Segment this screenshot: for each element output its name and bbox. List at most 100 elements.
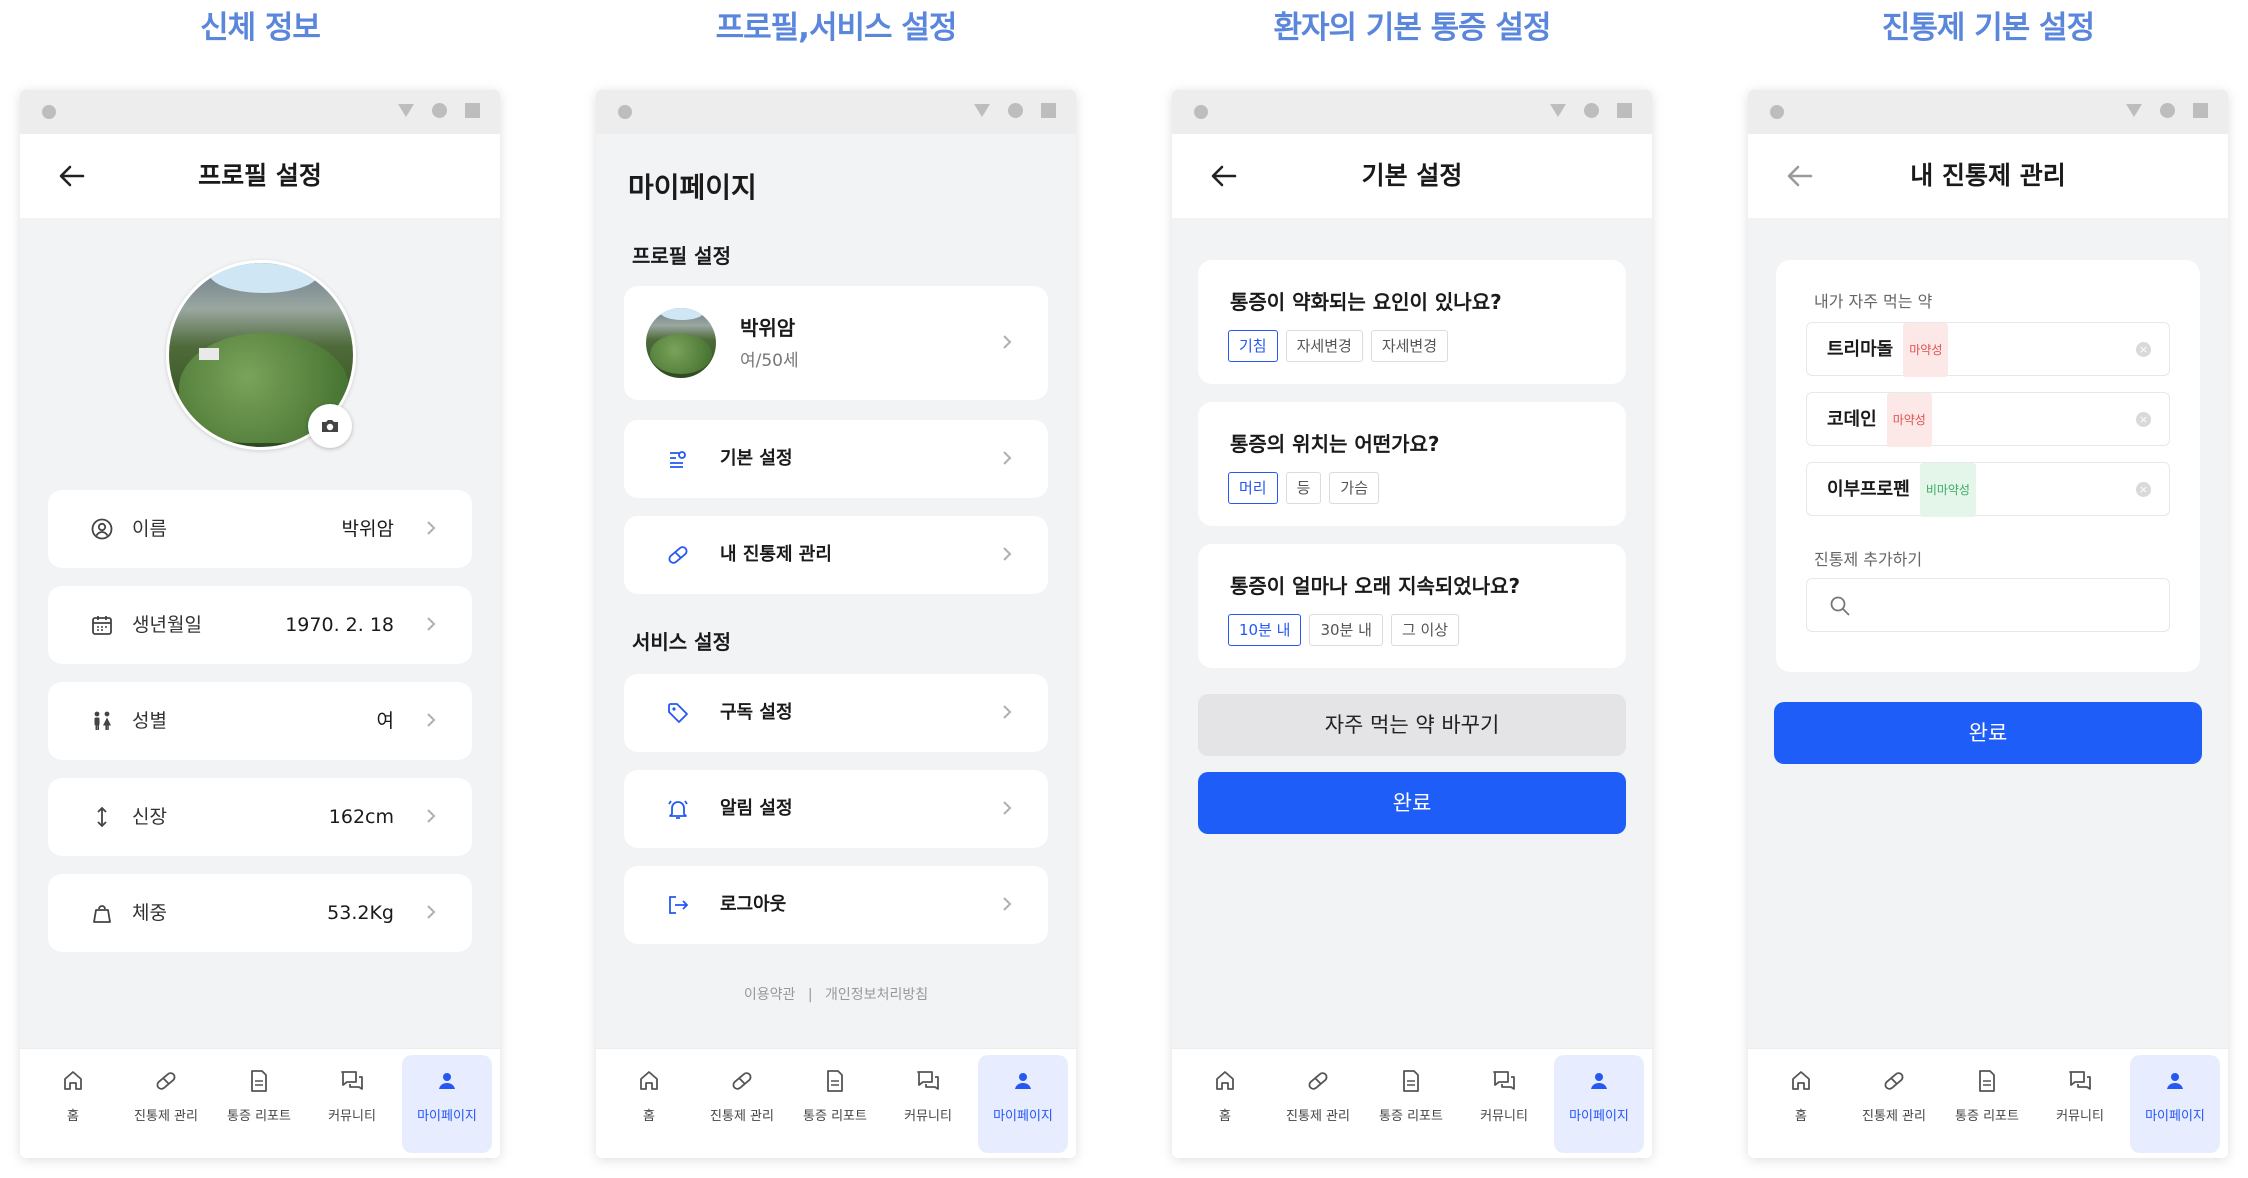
menu-subscription[interactable]: 구독 설정 xyxy=(624,674,1048,752)
chip-option[interactable]: 자세변경 xyxy=(1285,330,1363,362)
tab-home[interactable]: 홈 xyxy=(1756,1055,1846,1153)
page-title: 마이페이지 xyxy=(628,171,757,204)
gender-icon xyxy=(90,709,114,733)
terms-link[interactable]: 이용약관 xyxy=(744,987,796,1003)
tab-label: 커뮤니티 xyxy=(2056,1109,2104,1124)
tab-community[interactable]: 커뮤니티 xyxy=(2035,1055,2125,1153)
bottom-tab-bar: 홈 진통제 관리 통증 리포트 커뮤니티 마이페이지 xyxy=(1748,1048,2228,1158)
chevron-right-icon xyxy=(426,808,436,828)
tab-community[interactable]: 커뮤니티 xyxy=(307,1055,397,1153)
profile-row-weight[interactable]: 체중 53.2Kg xyxy=(48,874,472,952)
tab-pain-report[interactable]: 통증 리포트 xyxy=(214,1055,304,1153)
chip-option[interactable]: 등 xyxy=(1285,472,1322,504)
pill-icon xyxy=(154,1069,178,1093)
tab-community[interactable]: 커뮤니티 xyxy=(1459,1055,1549,1153)
chip-option[interactable]: 머리 xyxy=(1228,472,1278,504)
clear-icon[interactable]: × xyxy=(2136,342,2151,357)
profile-row-birthdate[interactable]: 생년월일 1970. 2. 18 xyxy=(48,586,472,664)
tab-home[interactable]: 홈 xyxy=(28,1055,118,1153)
pill-icon xyxy=(1306,1069,1330,1093)
page-title: 기본 설정 xyxy=(1361,161,1463,190)
chip-group: 10분 내 30분 내 그 이상 xyxy=(1228,614,1460,646)
home-icon xyxy=(1789,1069,1813,1093)
drug-search-input[interactable] xyxy=(1806,578,2170,632)
tab-painkiller[interactable]: 진통제 관리 xyxy=(1849,1055,1939,1153)
search-field[interactable] xyxy=(1863,589,2153,621)
clear-icon[interactable]: × xyxy=(2136,412,2151,427)
profile-row-gender[interactable]: 성별 여 xyxy=(48,682,472,760)
tab-painkiller[interactable]: 진통제 관리 xyxy=(697,1055,787,1153)
tab-label: 커뮤니티 xyxy=(904,1109,952,1124)
status-bar xyxy=(20,90,500,134)
profile-subtitle: 여/50세 xyxy=(740,351,799,371)
person-icon xyxy=(2163,1069,2187,1093)
tab-label: 홈 xyxy=(1795,1109,1807,1124)
profile-row-height[interactable]: 신장 162cm xyxy=(48,778,472,856)
drug-item-ibuprofen[interactable]: 이부프로펜 비마약성 × xyxy=(1806,462,2170,517)
drug-name: 코데인 xyxy=(1827,409,1877,430)
chip-option[interactable]: 기침 xyxy=(1228,330,1278,362)
chip-option[interactable]: 10분 내 xyxy=(1228,614,1302,646)
profile-row-name[interactable]: 이름 박위암 xyxy=(48,490,472,568)
menu-basic-settings[interactable]: 기본 설정 xyxy=(624,420,1048,498)
battery-icon xyxy=(2193,103,2208,118)
document-icon xyxy=(1399,1069,1423,1093)
tab-mypage[interactable]: 마이페이지 xyxy=(2130,1055,2220,1153)
tab-label: 진통제 관리 xyxy=(1862,1109,1926,1124)
chevron-right-icon xyxy=(1002,704,1012,724)
question-text: 통증의 위치는 어떤가요? xyxy=(1230,432,1440,456)
tab-home[interactable]: 홈 xyxy=(604,1055,694,1153)
camera-icon[interactable] xyxy=(308,404,352,448)
menu-my-painkiller[interactable]: 내 진통제 관리 xyxy=(624,516,1048,594)
frequent-drugs-label: 내가 자주 먹는 약 xyxy=(1814,292,1933,311)
person-icon xyxy=(1587,1069,1611,1093)
chip-option[interactable]: 그 이상 xyxy=(1390,614,1460,646)
tab-pain-report[interactable]: 통증 리포트 xyxy=(790,1055,880,1153)
chat-icon xyxy=(1492,1069,1516,1093)
chip-option[interactable]: 자세변경 xyxy=(1370,330,1449,362)
camera-dot-icon xyxy=(42,105,56,119)
menu-notification[interactable]: 알림 설정 xyxy=(624,770,1048,848)
question-card-location: 통증의 위치는 어떤가요? 머리 등 가슴 xyxy=(1198,402,1626,526)
chevron-right-icon xyxy=(1002,546,1012,566)
chat-icon xyxy=(916,1069,940,1093)
tab-mypage[interactable]: 마이페이지 xyxy=(978,1055,1068,1153)
home-icon xyxy=(637,1069,661,1093)
tab-home[interactable]: 홈 xyxy=(1180,1055,1270,1153)
tab-label: 홈 xyxy=(1219,1109,1231,1124)
chip-option[interactable]: 30분 내 xyxy=(1309,614,1383,646)
profile-card[interactable]: 박위암 여/50세 xyxy=(624,286,1048,400)
done-button[interactable]: 완료 xyxy=(1198,772,1626,834)
tab-pain-report[interactable]: 통증 리포트 xyxy=(1942,1055,2032,1153)
chevron-right-icon xyxy=(1002,334,1012,354)
row-label: 생년월일 xyxy=(132,614,202,636)
tab-mypage[interactable]: 마이페이지 xyxy=(1554,1055,1644,1153)
privacy-link[interactable]: 개인정보처리방침 xyxy=(825,987,928,1003)
change-frequent-drug-button[interactable]: 자주 먹는 약 바꾸기 xyxy=(1198,694,1626,756)
tab-community[interactable]: 커뮤니티 xyxy=(883,1055,973,1153)
tab-pain-report[interactable]: 통증 리포트 xyxy=(1366,1055,1456,1153)
drug-item-codeine[interactable]: 코데인 마약성 × xyxy=(1806,392,2170,447)
caption-body-info: 신체 정보 xyxy=(200,10,321,46)
non-narcotic-badge: 비마약성 xyxy=(1919,463,1976,517)
tab-label: 통증 리포트 xyxy=(227,1109,291,1124)
tab-painkiller[interactable]: 진통제 관리 xyxy=(1273,1055,1363,1153)
chip-option[interactable]: 가슴 xyxy=(1329,472,1380,504)
tab-mypage[interactable]: 마이페이지 xyxy=(402,1055,492,1153)
clear-icon[interactable]: × xyxy=(2136,482,2151,497)
done-button[interactable]: 완료 xyxy=(1774,702,2202,764)
section-title-profile: 프로필 설정 xyxy=(632,244,731,268)
menu-logout[interactable]: 로그아웃 xyxy=(624,866,1048,944)
bottom-tab-bar: 홈 진통제 관리 통증 리포트 커뮤니티 마이페이지 xyxy=(596,1048,1076,1158)
drug-item-tramadol[interactable]: 트리마돌 마약성 × xyxy=(1806,322,2170,377)
tab-painkiller[interactable]: 진통제 관리 xyxy=(121,1055,211,1153)
row-label: 이름 xyxy=(132,518,167,540)
status-bar xyxy=(596,90,1076,134)
tab-label: 커뮤니티 xyxy=(1480,1109,1528,1124)
battery-icon xyxy=(1617,103,1632,118)
row-label: 체중 xyxy=(132,902,167,924)
home-icon xyxy=(61,1069,85,1093)
tag-icon xyxy=(666,701,690,725)
tab-label: 통증 리포트 xyxy=(1379,1109,1443,1124)
tab-label: 마이페이지 xyxy=(1569,1109,1629,1124)
